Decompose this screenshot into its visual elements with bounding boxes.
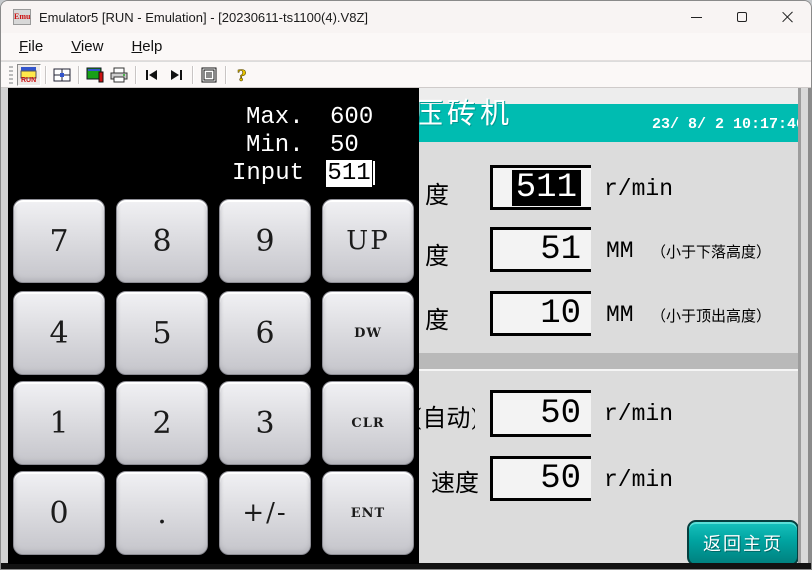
field-3-label: 度 — [425, 300, 461, 335]
field-1-value: 511 — [512, 170, 581, 206]
menu-view[interactable]: View — [61, 38, 113, 55]
keypad-input-label: Input — [232, 160, 304, 187]
keypad-max-label: Max. — [246, 104, 304, 131]
svg-text:?: ? — [237, 66, 246, 84]
field-4-value-box[interactable]: 50 — [490, 390, 591, 437]
toolbar-separator — [225, 66, 226, 84]
key-7[interactable]: 7 — [13, 199, 105, 283]
step-forward-button[interactable] — [164, 64, 188, 86]
key-up[interactable]: UP — [322, 199, 414, 283]
keypad-min-line: Min. 50 — [246, 132, 359, 159]
menu-bar: File View Help — [1, 33, 811, 61]
toolbar: RUN — [1, 62, 811, 88]
keypad-input-value: 511 — [326, 160, 371, 187]
run-mode-button[interactable]: RUN — [17, 64, 41, 86]
field-2-note: （小于下落高度） — [651, 241, 771, 262]
field-2-unit: MM — [606, 238, 634, 264]
keypad-max-line: Max. 600 — [246, 104, 373, 131]
field-5-label: 速度 — [431, 463, 489, 498]
key-down[interactable]: DW — [322, 291, 414, 375]
fit-window-button[interactable] — [50, 64, 74, 86]
key-2[interactable]: 2 — [116, 381, 208, 465]
menu-file[interactable]: File — [9, 38, 53, 55]
field-4-value: 50 — [540, 397, 581, 431]
window-frame-bottom — [1, 563, 812, 570]
key-4[interactable]: 4 — [13, 291, 105, 375]
step-back-button[interactable] — [140, 64, 164, 86]
key-3[interactable]: 3 — [219, 381, 311, 465]
field-2-value-box[interactable]: 51 — [490, 227, 591, 272]
key-5[interactable]: 5 — [116, 291, 208, 375]
field-5-value: 50 — [540, 462, 581, 496]
help-button[interactable]: ? — [230, 64, 254, 86]
key-plus-minus[interactable]: +/- — [219, 471, 311, 555]
return-home-button[interactable]: 返回主页 — [687, 520, 799, 566]
key-enter[interactable]: ENT — [322, 471, 414, 555]
toolbar-separator — [45, 66, 46, 84]
key-6[interactable]: 6 — [219, 291, 311, 375]
run-mode-icon: RUN — [20, 66, 38, 83]
key-decimal[interactable]: . — [116, 471, 208, 555]
field-1-unit: r/min — [604, 176, 673, 202]
hmi-datetime: 23/ 8/ 2 10:17:40 — [652, 116, 805, 133]
screen-monitor-button[interactable] — [83, 64, 107, 86]
keypad-text-cursor — [373, 161, 375, 185]
app-icon: Emu — [13, 9, 31, 25]
print-icon — [110, 67, 128, 83]
toolbar-separator — [78, 66, 79, 84]
window-frame-left — [1, 88, 8, 570]
maximize-icon — [737, 12, 747, 22]
title-bar: Emu Emulator5 [RUN - Emulation] - [20230… — [1, 1, 811, 33]
keypad-min-value: 50 — [330, 132, 359, 159]
key-clear[interactable]: CLR — [322, 381, 414, 465]
maximize-button[interactable] — [719, 1, 765, 33]
field-2-label: 度 — [425, 236, 461, 271]
field-5-unit: r/min — [604, 467, 673, 493]
svg-text:RUN: RUN — [21, 77, 36, 83]
minimize-icon — [691, 17, 702, 18]
document-list-button[interactable] — [197, 64, 221, 86]
field-1-label: 度 — [425, 175, 461, 210]
field-3-value-box[interactable]: 10 — [490, 291, 591, 336]
fit-window-icon — [53, 68, 71, 82]
close-icon — [782, 11, 794, 23]
field-3-value: 10 — [540, 297, 581, 331]
field-3-note: （小于顶出高度） — [651, 305, 771, 326]
field-5-value-box[interactable]: 50 — [490, 456, 591, 501]
key-1[interactable]: 1 — [13, 381, 105, 465]
toolbar-separator — [135, 66, 136, 84]
key-9[interactable]: 9 — [219, 199, 311, 283]
numeric-keypad: Max. 600 Min. 50 Input 511 7 8 9 UP 4 5 … — [8, 88, 419, 564]
field-1-value-box[interactable]: 511 — [490, 165, 591, 210]
hmi-screen: 压砖机 23/ 8/ 2 10:17:40 度 511 r/min 度 51 M… — [1, 88, 812, 570]
toolbar-separator — [192, 66, 193, 84]
menu-help[interactable]: Help — [121, 38, 172, 55]
close-button[interactable] — [765, 1, 811, 33]
keypad-max-value: 600 — [330, 104, 373, 131]
field-4-label: (自动) — [413, 398, 475, 433]
toolbar-grip — [9, 66, 13, 84]
field-2-value: 51 — [540, 233, 581, 267]
key-8[interactable]: 8 — [116, 199, 208, 283]
step-back-icon — [145, 69, 159, 81]
document-list-icon — [201, 67, 217, 83]
minimize-button[interactable] — [673, 1, 719, 33]
hmi-page-title: 压砖机 — [414, 90, 513, 132]
step-forward-icon — [169, 69, 183, 81]
key-0[interactable]: 0 — [13, 471, 105, 555]
keypad-input-line: Input 511 — [232, 160, 375, 187]
window-title: Emulator5 [RUN - Emulation] - [20230611-… — [39, 10, 368, 25]
print-button[interactable] — [107, 64, 131, 86]
window-frame-right — [798, 88, 812, 570]
field-3-unit: MM — [606, 302, 634, 328]
keypad-min-label: Min. — [246, 132, 304, 159]
screen-monitor-icon — [86, 67, 104, 83]
emulator-window: Emu Emulator5 [RUN - Emulation] - [20230… — [0, 0, 812, 570]
field-4-unit: r/min — [604, 401, 673, 427]
help-icon: ? — [235, 66, 249, 84]
